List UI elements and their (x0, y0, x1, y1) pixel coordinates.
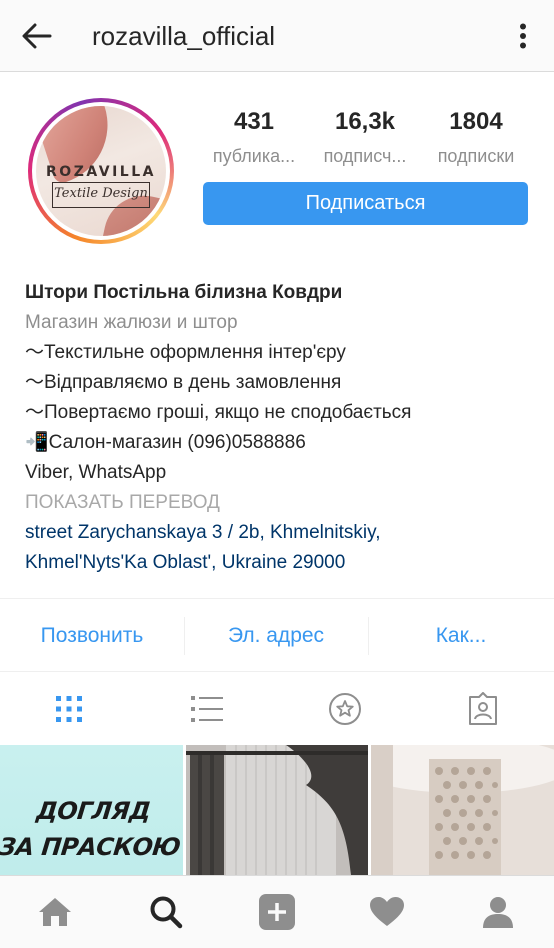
home-icon (39, 898, 71, 926)
email-button[interactable]: Эл. адрес (184, 599, 368, 673)
heart-icon (370, 897, 404, 926)
avatar-image: ROZAVILLA Textile Design (36, 106, 166, 236)
profile-bio: Штори Постільна білизна Ковдри Магазин ж… (25, 278, 535, 578)
post-thumbnail[interactable]: ДОГЛЯД ЗА ПРАСКОЮ (0, 745, 183, 875)
profile-avatar[interactable]: ROZAVILLA Textile Design (28, 98, 174, 244)
stat-followers[interactable]: 16,3k подписч... (310, 108, 420, 168)
list-icon (191, 696, 223, 722)
bio-line: Viber, WhatsApp (25, 462, 167, 483)
stat-posts-label: публика... (212, 146, 296, 166)
address-link-line1[interactable]: street Zarychanskaya 3 / 2b, Khmelnitski… (25, 518, 535, 548)
nav-home[interactable] (33, 890, 77, 934)
contact-actions: Позвонить Эл. адрес Как... (0, 598, 554, 672)
add-icon (259, 894, 295, 930)
post-caption-line: ДОГЛЯД (34, 797, 152, 825)
tagged-icon (469, 692, 497, 725)
directions-button[interactable]: Как... (368, 599, 554, 673)
bottom-navigation (0, 875, 554, 948)
call-button[interactable]: Позвонить (0, 599, 184, 673)
stat-followers-label: подписч... (323, 146, 407, 166)
more-vertical-icon (520, 23, 526, 49)
stat-posts-count: 431 (233, 108, 275, 135)
bio-line: 〜Відправляємо в день замовлення (25, 372, 342, 393)
avatar-tagline: Textile Design (52, 182, 150, 208)
nav-search[interactable] (144, 890, 188, 934)
show-translation-link[interactable]: ПОКАЗАТЬ ПЕРЕВОД (25, 488, 535, 518)
avatar-brand-text: ROZAVILLA (46, 164, 156, 180)
tab-tagged[interactable] (461, 689, 505, 729)
bio-category: Магазин жалюзи и штор (25, 312, 238, 333)
nav-add-post[interactable] (255, 890, 299, 934)
profile-username: rozavilla_official (92, 21, 276, 51)
bio-line: 〜Повертаємо гроші, якщо не сподобається (25, 402, 412, 423)
post-caption: ДОГЛЯД ЗА ПРАСКОЮ (0, 793, 183, 865)
bio-line: 📲Салон-магазин (096)0588886 (25, 432, 306, 453)
stat-following-count: 1804 (449, 108, 503, 135)
nav-profile[interactable] (476, 890, 520, 934)
top-bar: rozavilla_official (0, 0, 554, 72)
grid-icon (56, 696, 82, 722)
back-button[interactable] (18, 18, 56, 54)
post-thumbnail[interactable] (371, 745, 554, 875)
arrow-left-icon (22, 23, 52, 49)
star-icon (329, 693, 361, 725)
profile-tabs (0, 673, 554, 745)
stat-following-label: подписки (437, 146, 515, 166)
nav-activity[interactable] (365, 890, 409, 934)
post-thumbnail[interactable] (186, 745, 368, 875)
post-caption-line: ЗА ПРАСКОЮ (0, 833, 182, 861)
profile-icon (483, 897, 513, 928)
tab-grid[interactable] (47, 689, 91, 729)
stat-following[interactable]: 1804 подписки (424, 108, 528, 168)
more-options-button[interactable] (508, 18, 538, 54)
post-grid: ДОГЛЯД ЗА ПРАСКОЮ (0, 745, 554, 875)
follow-button[interactable]: Подписаться (203, 182, 528, 225)
curtain-photo (186, 745, 368, 875)
tab-saved[interactable] (323, 689, 367, 729)
stat-posts[interactable]: 431 публика... (202, 108, 306, 168)
bio-line: 〜Текстильне оформлення інтер'єру (25, 342, 346, 363)
address-link-line2[interactable]: Khmel'Nyts'Ka Oblast', Ukraine 29000 (25, 548, 535, 578)
blind-photo (371, 745, 554, 875)
tab-list[interactable] (185, 689, 229, 729)
stat-followers-count: 16,3k (334, 108, 396, 135)
bio-name: Штори Постільна білизна Ковдри (25, 282, 343, 303)
search-icon (150, 896, 183, 929)
